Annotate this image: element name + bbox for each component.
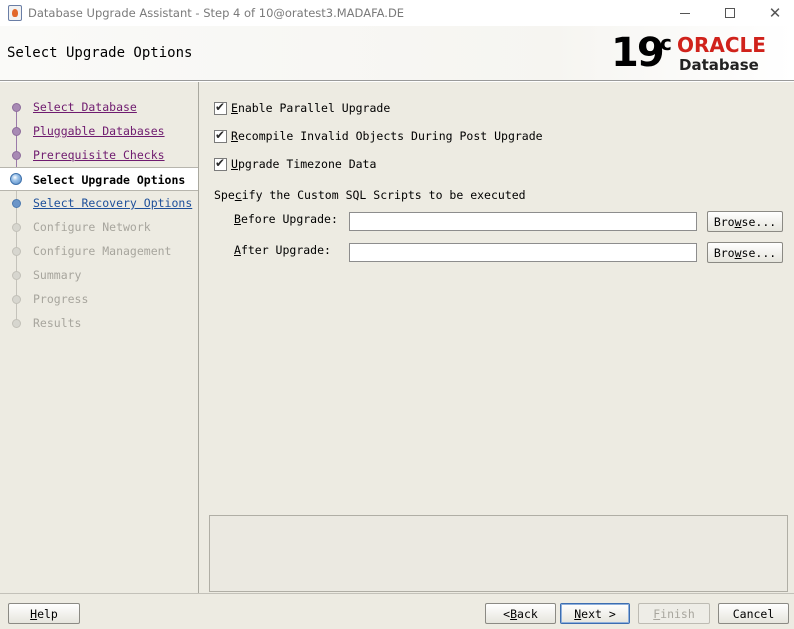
step-select-upgrade-options: Select Upgrade Options xyxy=(0,167,198,191)
step-label: Results xyxy=(33,316,82,330)
checkbox-box[interactable]: ✔ xyxy=(214,99,227,115)
wizard-body: Select Database Pluggable Databases Prer… xyxy=(0,82,794,593)
step-results: Results xyxy=(0,312,198,334)
step-label[interactable]: Select Database xyxy=(33,100,137,114)
step-configure-management: Configure Management xyxy=(0,240,198,262)
page-header: Select Upgrade Options 19 c ORACLE Datab… xyxy=(0,26,794,81)
check-icon: ✔ xyxy=(215,99,226,114)
step-disabled-icon xyxy=(12,223,21,232)
help-button[interactable]: Help xyxy=(8,603,80,624)
check-icon: ✔ xyxy=(215,127,226,142)
step-done-icon xyxy=(12,127,21,136)
logo-product: Database xyxy=(679,56,759,74)
logo-brand: ORACLE xyxy=(677,33,766,57)
step-pending-icon xyxy=(12,199,21,208)
enable-parallel-upgrade-checkbox[interactable]: ✔ Enable Parallel Upgrade xyxy=(214,100,390,116)
title-bar: Database Upgrade Assistant - Step 4 of 1… xyxy=(0,0,794,26)
step-label[interactable]: Select Recovery Options xyxy=(33,196,192,210)
checkbox-label: Upgrade Timezone Data xyxy=(231,157,377,171)
upgrade-timezone-data-checkbox[interactable]: ✔ Upgrade Timezone Data xyxy=(214,156,376,172)
step-current-icon xyxy=(10,173,22,185)
checkbox-box[interactable]: ✔ xyxy=(214,127,227,143)
maximize-button[interactable] xyxy=(707,0,753,26)
recompile-invalid-objects-checkbox[interactable]: ✔ Recompile Invalid Objects During Post … xyxy=(214,128,543,144)
step-disabled-icon xyxy=(12,295,21,304)
window-title: Database Upgrade Assistant - Step 4 of 1… xyxy=(28,6,405,20)
options-panel: ✔ Enable Parallel Upgrade ✔ Recompile In… xyxy=(200,82,794,593)
check-icon: ✔ xyxy=(215,155,226,170)
after-upgrade-browse-button[interactable]: Bro w se... xyxy=(707,242,783,263)
maximize-icon xyxy=(725,8,735,18)
step-label[interactable]: Pluggable Databases xyxy=(33,124,165,138)
wizard-footer: Help < Back Next > Finish Cancel xyxy=(0,593,794,629)
close-icon: ✕ xyxy=(768,3,782,22)
back-button[interactable]: < Back xyxy=(485,603,556,624)
after-upgrade-label: After Upgrade: xyxy=(234,243,331,257)
step-select-recovery-options[interactable]: Select Recovery Options xyxy=(0,192,198,214)
before-upgrade-browse-button[interactable]: Bro w se... xyxy=(707,211,783,232)
step-label: Progress xyxy=(33,292,89,306)
cancel-button[interactable]: Cancel xyxy=(718,603,789,624)
step-disabled-icon xyxy=(12,271,21,280)
logo-version: 19 xyxy=(611,30,665,76)
step-pluggable-databases[interactable]: Pluggable Databases xyxy=(0,120,198,142)
step-done-icon xyxy=(12,103,21,112)
minimize-icon xyxy=(680,12,690,14)
step-label[interactable]: Prerequisite Checks xyxy=(33,148,165,162)
finish-button: Finish xyxy=(638,603,710,624)
step-done-icon xyxy=(12,151,21,160)
step-label: Select Upgrade Options xyxy=(33,173,186,187)
step-prerequisite-checks[interactable]: Prerequisite Checks xyxy=(0,144,198,166)
step-label: Summary xyxy=(33,268,82,282)
step-select-database[interactable]: Select Database xyxy=(0,96,198,118)
step-disabled-icon xyxy=(12,319,21,328)
after-upgrade-input[interactable] xyxy=(349,243,697,262)
step-configure-network: Configure Network xyxy=(0,216,198,238)
message-panel xyxy=(209,515,788,592)
custom-sql-scripts-label: Specify the Custom SQL Scripts to be exe… xyxy=(214,188,526,202)
step-label: Configure Management xyxy=(33,244,172,258)
step-label: Configure Network xyxy=(33,220,151,234)
step-progress: Progress xyxy=(0,288,198,310)
before-upgrade-label: Before Upgrade: xyxy=(234,212,338,226)
checkbox-box[interactable]: ✔ xyxy=(214,155,227,171)
java-app-icon xyxy=(8,5,22,21)
checkbox-label: Recompile Invalid Objects During Post Up… xyxy=(231,129,543,143)
next-button[interactable]: Next > xyxy=(560,603,630,624)
step-summary: Summary xyxy=(0,264,198,286)
close-button[interactable]: ✕ xyxy=(752,0,794,26)
before-upgrade-input[interactable] xyxy=(349,212,697,231)
step-navigation: Select Database Pluggable Databases Prer… xyxy=(0,82,199,593)
step-disabled-icon xyxy=(12,247,21,256)
checkbox-label: Enable Parallel Upgrade xyxy=(231,101,391,115)
page-title: Select Upgrade Options xyxy=(7,45,193,61)
minimize-button[interactable] xyxy=(662,0,708,26)
logo-version-sup: c xyxy=(660,31,672,55)
